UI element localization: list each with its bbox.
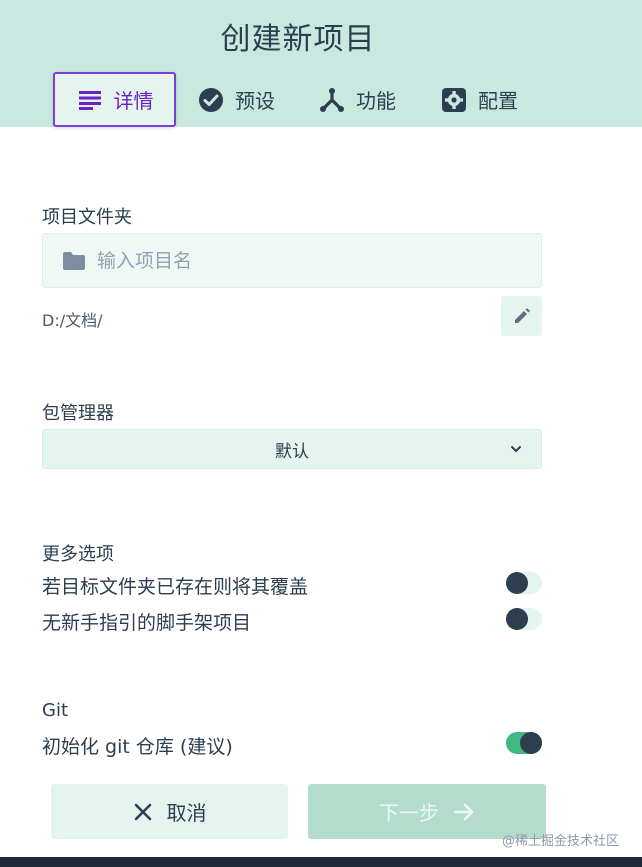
tab-details[interactable]: 详情 <box>53 72 176 127</box>
git-label: Git <box>42 700 69 721</box>
more-options-label: 更多选项 <box>42 544 114 565</box>
check-circle-icon <box>197 86 225 114</box>
tab-config[interactable]: 配置 <box>440 72 518 127</box>
toggle-knob <box>520 732 542 754</box>
folder-path: D:/文档/ <box>42 311 103 330</box>
header: 创建新项目 详情 预设 功能 配置 <box>0 0 642 127</box>
git-init-toggle[interactable] <box>506 732 542 754</box>
package-manager-label: 包管理器 <box>42 403 114 424</box>
next-label: 下一步 <box>379 801 439 825</box>
cancel-button[interactable]: 取消 <box>51 784 288 839</box>
project-name-input[interactable] <box>97 249 497 272</box>
tab-label: 功能 <box>356 89 396 113</box>
pencil-icon <box>513 307 531 325</box>
folder-icon <box>63 251 85 270</box>
gear-icon <box>440 86 468 114</box>
folder-label: 项目文件夹 <box>42 207 132 228</box>
overwrite-toggle[interactable] <box>506 572 542 594</box>
bottom-bar <box>0 857 642 867</box>
overwrite-option-label: 若目标文件夹已存在则将其覆盖 <box>42 576 309 598</box>
tab-label: 详情 <box>113 89 154 113</box>
cancel-label: 取消 <box>166 801 207 825</box>
select-value: 默认 <box>275 441 309 462</box>
tab-label: 预设 <box>235 89 275 113</box>
no-guide-toggle[interactable] <box>506 608 542 630</box>
no-guide-option-label: 无新手指引的脚手架项目 <box>42 612 252 634</box>
toggle-knob <box>506 608 528 630</box>
page-title: 创建新项目 <box>220 22 376 57</box>
project-name-field[interactable] <box>42 233 542 288</box>
close-icon <box>133 802 153 822</box>
git-init-label: 初始化 git 仓库 (建议) <box>42 736 233 758</box>
package-manager-select[interactable]: 默认 <box>42 429 542 469</box>
tab-features[interactable]: 功能 <box>318 72 396 127</box>
toggle-knob <box>506 572 528 594</box>
merge-icon <box>318 86 346 114</box>
arrow-right-icon <box>453 802 475 822</box>
edit-path-button[interactable] <box>501 296 542 336</box>
list-icon <box>76 86 104 114</box>
tab-label: 配置 <box>478 89 518 113</box>
tab-presets[interactable]: 预设 <box>197 72 275 127</box>
watermark: @稀土掘金技术社区 <box>502 834 620 849</box>
chevron-down-icon <box>509 441 523 461</box>
